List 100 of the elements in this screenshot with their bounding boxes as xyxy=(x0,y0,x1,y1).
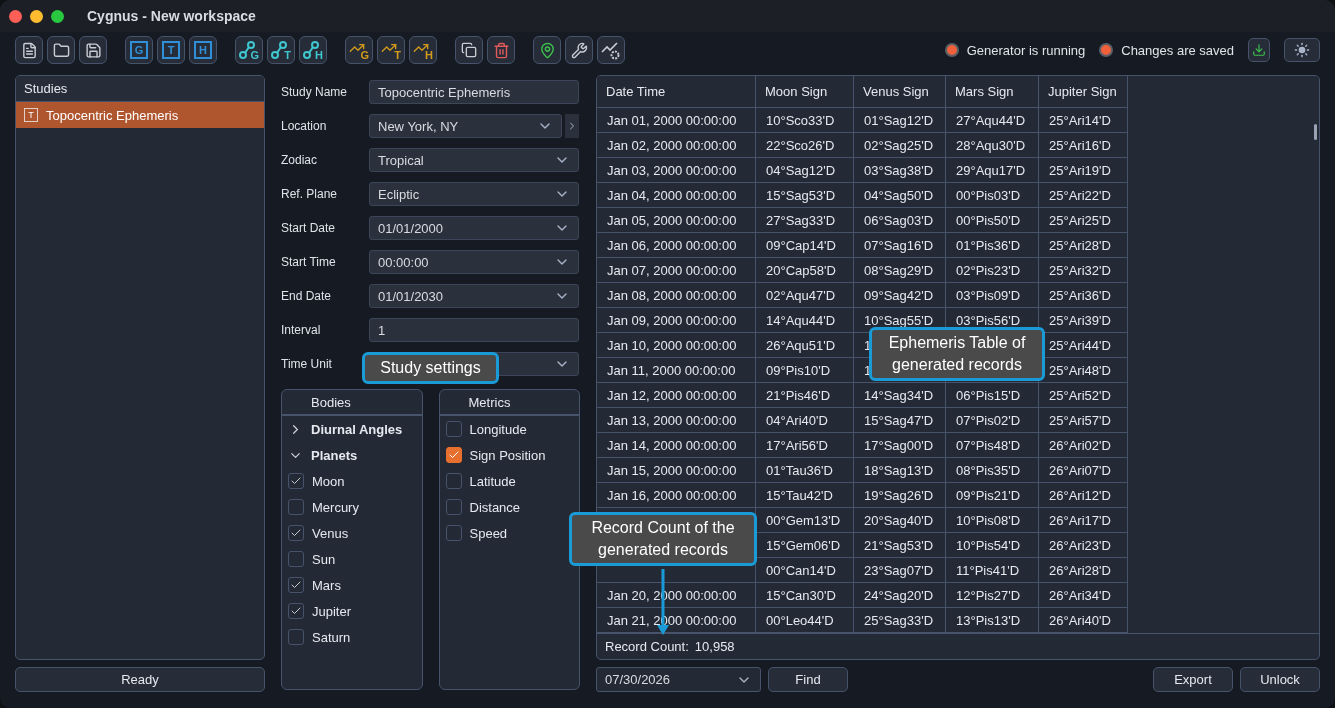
table-cell: 10°Pis54'D xyxy=(946,533,1039,558)
checkbox-label: Saturn xyxy=(312,629,351,645)
copy-button[interactable] xyxy=(455,36,483,64)
field-label: Location xyxy=(281,119,328,133)
close-button[interactable] xyxy=(9,9,22,23)
checkbox-label: Latitude xyxy=(469,473,516,489)
node-letter-button[interactable]: G xyxy=(235,36,263,64)
checkbox[interactable] xyxy=(445,447,462,463)
check-icon xyxy=(447,449,460,461)
checkbox[interactable] xyxy=(288,525,304,541)
column-header[interactable]: Mars Sign xyxy=(946,76,1039,108)
table-cell: Jan 01, 2000 00:00:00 xyxy=(597,108,756,133)
table-cell: 26°Aqu51'D xyxy=(756,333,854,358)
open-button[interactable] xyxy=(47,36,75,64)
trend-letter-button[interactable]: H xyxy=(409,36,437,64)
table-cell: 27°Sag33'D xyxy=(756,208,854,233)
save-button[interactable] xyxy=(79,36,107,64)
table-cell: 28°Aqu30'D xyxy=(946,133,1039,158)
text-field[interactable]: 1 xyxy=(369,318,579,342)
table-cell: 15°Sag53'D xyxy=(756,183,854,208)
table-cell: 25°Ari16'D xyxy=(1039,133,1128,158)
tree-group[interactable]: Diurnal Angles xyxy=(282,416,422,442)
trend-letter-button[interactable]: T xyxy=(377,36,405,64)
table-cell: Jan 03, 2000 00:00:00 xyxy=(597,158,756,183)
table-cell: Jan 14, 2000 00:00:00 xyxy=(597,433,756,458)
record-count-label: Record Count: xyxy=(605,639,689,654)
ready-button[interactable]: Ready xyxy=(15,667,265,692)
letter-button[interactable]: T xyxy=(157,36,185,64)
sun-icon xyxy=(1294,42,1310,58)
checkbox[interactable] xyxy=(445,499,462,515)
study-item[interactable]: T Topocentric Ephemeris xyxy=(16,102,264,128)
column-header[interactable]: Venus Sign xyxy=(854,76,946,108)
dropdown[interactable]: 01/01/2030 xyxy=(369,284,579,308)
minimize-button[interactable] xyxy=(30,9,43,23)
checkbox[interactable] xyxy=(288,473,304,489)
letter-button[interactable]: G xyxy=(125,36,153,64)
zoom-button[interactable] xyxy=(51,9,64,23)
new-file-button[interactable] xyxy=(15,36,43,64)
annotation-tooltip: Record Count of the generated records xyxy=(569,512,757,566)
table-cell: 07°Pis48'D xyxy=(946,433,1039,458)
download-button[interactable] xyxy=(1248,38,1270,62)
record-count-value: 10,958 xyxy=(694,639,735,654)
table-cell: 09°Sag42'D xyxy=(854,283,946,308)
checkbox[interactable] xyxy=(445,421,462,437)
tree-group[interactable]: Planets xyxy=(282,442,422,468)
table-cell: 29°Aqu17'D xyxy=(946,158,1039,183)
scrollbar-thumb[interactable] xyxy=(1314,124,1317,140)
checkbox[interactable] xyxy=(288,551,304,567)
checkbox-label: Sun xyxy=(312,551,336,567)
table-cell: 27°Aqu44'D xyxy=(946,108,1039,133)
dropdown[interactable]: 01/01/2000 xyxy=(369,216,579,240)
table-cell: 19°Sag26'D xyxy=(854,483,946,508)
dropdown[interactable]: 00:00:00 xyxy=(369,250,579,274)
letter-button[interactable]: H xyxy=(189,36,217,64)
column-header[interactable]: Date Time xyxy=(597,76,756,108)
table-cell: 25°Ari28'D xyxy=(1039,233,1128,258)
check-icon xyxy=(290,579,302,591)
checkbox[interactable] xyxy=(288,577,304,593)
theme-button[interactable] xyxy=(1284,38,1320,62)
date-dropdown[interactable]: 07/30/2026 xyxy=(596,667,761,692)
table-cell: 25°Ari32'D xyxy=(1039,258,1128,283)
table-cell: 20°Sag40'D xyxy=(854,508,946,533)
table-cell: 08°Pis35'D xyxy=(946,458,1039,483)
column-header[interactable]: Moon Sign xyxy=(756,76,854,108)
column-header[interactable]: Jupiter Sign xyxy=(1039,76,1128,108)
dropdown[interactable]: New York, NY xyxy=(369,114,562,138)
delete-button[interactable] xyxy=(487,36,515,64)
export-button[interactable]: Export xyxy=(1153,667,1233,692)
tools-button[interactable] xyxy=(565,36,593,64)
dropdown[interactable]: Ecliptic xyxy=(369,182,579,206)
trend-letter-button[interactable]: G xyxy=(345,36,373,64)
table-cell: 09°Pis21'D xyxy=(946,483,1039,508)
field-label: Time Unit xyxy=(281,357,333,371)
checkbox[interactable] xyxy=(288,629,304,645)
node-letter-button[interactable]: H xyxy=(299,36,327,64)
table-cell: 00°Pis50'D xyxy=(946,208,1039,233)
text-field[interactable]: Topocentric Ephemeris xyxy=(369,80,579,104)
checkbox[interactable] xyxy=(288,603,304,619)
panel-title: Studies xyxy=(16,76,264,102)
table-cell: Jan 07, 2000 00:00:00 xyxy=(597,258,756,283)
field-label: Ref. Plane xyxy=(281,187,339,201)
table-cell: 15°Can30'D xyxy=(756,583,854,608)
checkbox[interactable] xyxy=(445,473,462,489)
checkbox-label: Mars xyxy=(312,577,341,593)
trend-settings-button[interactable] xyxy=(597,36,625,64)
node-letter-button[interactable]: T xyxy=(267,36,295,64)
table-cell: 26°Ari02'D xyxy=(1039,433,1128,458)
dropdown[interactable]: Tropical xyxy=(369,148,579,172)
checkbox[interactable] xyxy=(445,525,462,541)
table-cell: Jan 09, 2000 00:00:00 xyxy=(597,308,756,333)
unlock-button[interactable]: Unlock xyxy=(1240,667,1320,692)
next-button[interactable] xyxy=(565,114,579,138)
location-button[interactable] xyxy=(533,36,561,64)
table-cell: 26°Ari28'D xyxy=(1039,558,1128,583)
table-cell: 26°Ari07'D xyxy=(1039,458,1128,483)
checkbox[interactable] xyxy=(288,499,304,515)
table-cell: Jan 13, 2000 00:00:00 xyxy=(597,408,756,433)
find-button[interactable]: Find xyxy=(768,667,848,692)
table-cell: 23°Sag07'D xyxy=(854,558,946,583)
table-cell: 12°Pis27'D xyxy=(946,583,1039,608)
